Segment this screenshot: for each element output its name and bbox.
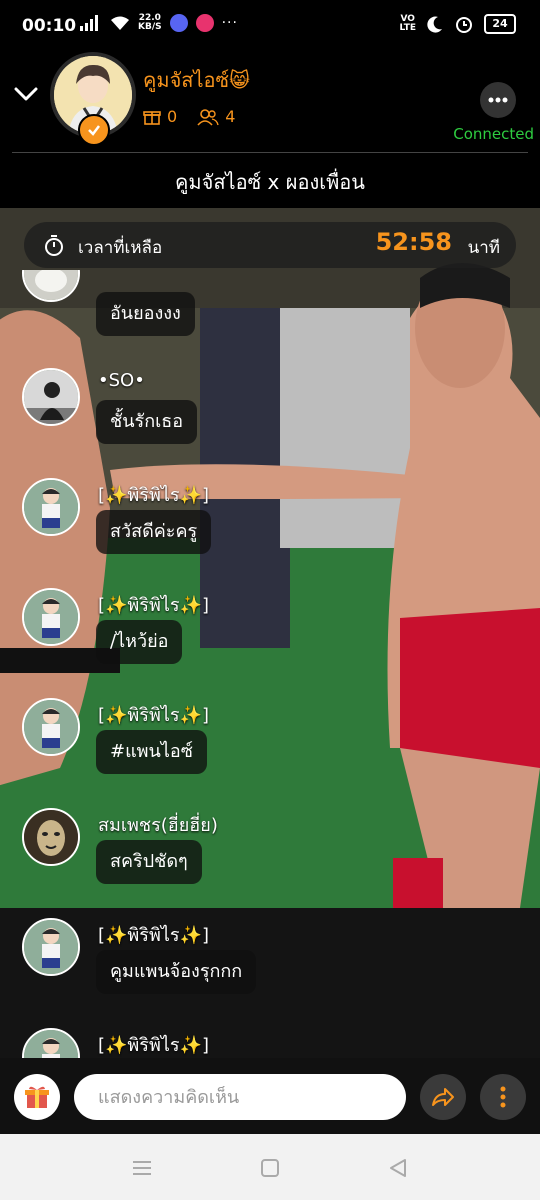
- user-avatar[interactable]: [22, 588, 80, 646]
- back-triangle-icon: [390, 1159, 406, 1177]
- gift-icon: [143, 110, 161, 125]
- comment-input[interactable]: [74, 1074, 406, 1120]
- chat-message: [✨พิริพิไร✨] สวัสดีค่ะครู: [22, 478, 522, 578]
- battery-indicator: 24: [484, 14, 516, 34]
- more-vertical-icon: [500, 1086, 506, 1108]
- timer-value: 52:58: [375, 228, 452, 256]
- status-icons-left: 22.0 KB/S ···: [80, 14, 238, 32]
- message-text: สคริปชัดๆ: [96, 840, 202, 884]
- discord-app-icon: [169, 14, 188, 32]
- user-avatar[interactable]: [22, 270, 80, 302]
- user-name: •SO•: [98, 370, 145, 391]
- status-icons-right: VO LTE 24: [399, 14, 516, 34]
- system-nav-bar: [0, 1134, 540, 1200]
- users-icon: [197, 108, 219, 126]
- volte-bottom: LTE: [399, 23, 416, 33]
- host-name-text: คูมจัสไอซ์: [143, 68, 230, 92]
- chat-message: [✨พิริพิไร✨]: [22, 1028, 522, 1058]
- user-avatar[interactable]: [22, 918, 80, 976]
- status-bar: 00:10 22.0 KB/S ··· VO LTE 24: [0, 0, 540, 52]
- stopwatch-icon: [45, 235, 63, 256]
- home-square-icon: [261, 1159, 279, 1177]
- user-name: [✨พิริพิไร✨]: [98, 485, 209, 506]
- more-notifications-icon: ···: [221, 15, 238, 31]
- menu-button[interactable]: [480, 1074, 526, 1120]
- user-avatar[interactable]: [22, 368, 80, 426]
- home-button[interactable]: [256, 1154, 284, 1182]
- user-avatar[interactable]: [22, 698, 80, 756]
- host-emoji: 😸: [229, 68, 250, 92]
- verified-badge-icon: [78, 114, 110, 146]
- recent-apps-button[interactable]: [128, 1154, 156, 1182]
- follower-count: 4: [225, 107, 236, 126]
- timer-label: เวลาที่เหลือ: [78, 238, 163, 258]
- gift-box-icon: [25, 1086, 49, 1108]
- chat-message: [✨พิริพิไร✨] #แพนไอซ์: [22, 698, 522, 798]
- moon-icon: [427, 16, 442, 33]
- message-text: #แพนไอซ์: [96, 730, 207, 774]
- network-speed-unit: KB/S: [138, 22, 162, 32]
- host-name: คูมจัสไอซ์😸: [143, 64, 250, 96]
- message-text: อันยองงง: [96, 292, 195, 336]
- status-time: 00:10: [22, 16, 77, 36]
- chat-message: •SO• ชั้นรักเธอ: [22, 368, 522, 468]
- alarm-icon: [456, 17, 472, 33]
- share-arrow-icon: [432, 1088, 454, 1106]
- timer-unit: นาที: [467, 238, 500, 258]
- network-speed: 22.0 KB/S: [138, 14, 162, 32]
- room-title: คูมจัสไอซ์ x ผองเพื่อน: [12, 152, 528, 209]
- chevron-down-icon[interactable]: [14, 82, 38, 106]
- user-avatar[interactable]: [22, 1028, 80, 1058]
- user-name: สมเพชร(ฮี่ยฮี่ย): [98, 815, 218, 836]
- chat-list[interactable]: อันยองงง •SO• ชั้นรักเธอ [✨พิริพิไร✨] สว…: [0, 270, 540, 1058]
- time-remaining-bar: เวลาที่เหลือ 52:58 นาที: [24, 222, 516, 268]
- user-name: [✨พิริพิไร✨]: [98, 925, 209, 946]
- back-button[interactable]: [384, 1154, 412, 1182]
- app-notification-icon: [195, 14, 214, 32]
- user-name: [✨พิริพิไร✨]: [98, 705, 209, 726]
- user-name: [✨พิริพิไร✨]: [98, 595, 209, 616]
- more-options-button[interactable]: [480, 82, 516, 118]
- message-text: /ไหว้ย่อ: [96, 620, 183, 664]
- gift-count: 0: [167, 107, 178, 126]
- user-name: [✨พิริพิไร✨]: [98, 1035, 209, 1056]
- share-button[interactable]: [420, 1074, 466, 1120]
- room-header: คูมจัสไอซ์😸 0 4 Connected: [0, 52, 540, 152]
- signal-icon: [80, 15, 98, 31]
- chat-message: อันยองงง: [22, 270, 522, 344]
- chat-message: สมเพชร(ฮี่ยฮี่ย) สคริปชัดๆ: [22, 808, 522, 908]
- connection-status: Connected: [453, 125, 534, 143]
- volte-indicator: VO LTE: [399, 15, 416, 33]
- host-stats: 0 4: [143, 107, 235, 126]
- user-avatar[interactable]: [22, 808, 80, 866]
- chat-message: [✨พิริพิไร✨] คูมแพนจ้องรุกกก: [22, 918, 522, 1018]
- menu-lines-icon: [133, 1161, 151, 1175]
- send-gift-button[interactable]: [14, 1074, 60, 1120]
- message-text: คูมแพนจ้องรุกกก: [96, 950, 257, 994]
- chat-message: [✨พิริพิไร✨] /ไหว้ย่อ: [22, 588, 522, 688]
- message-text: สวัสดีค่ะครู: [96, 510, 212, 554]
- message-text: ชั้นรักเธอ: [96, 400, 198, 444]
- comment-bar: [0, 1058, 540, 1134]
- more-horizontal-icon: [488, 97, 508, 103]
- wifi-icon: [111, 16, 129, 30]
- user-avatar[interactable]: [22, 478, 80, 536]
